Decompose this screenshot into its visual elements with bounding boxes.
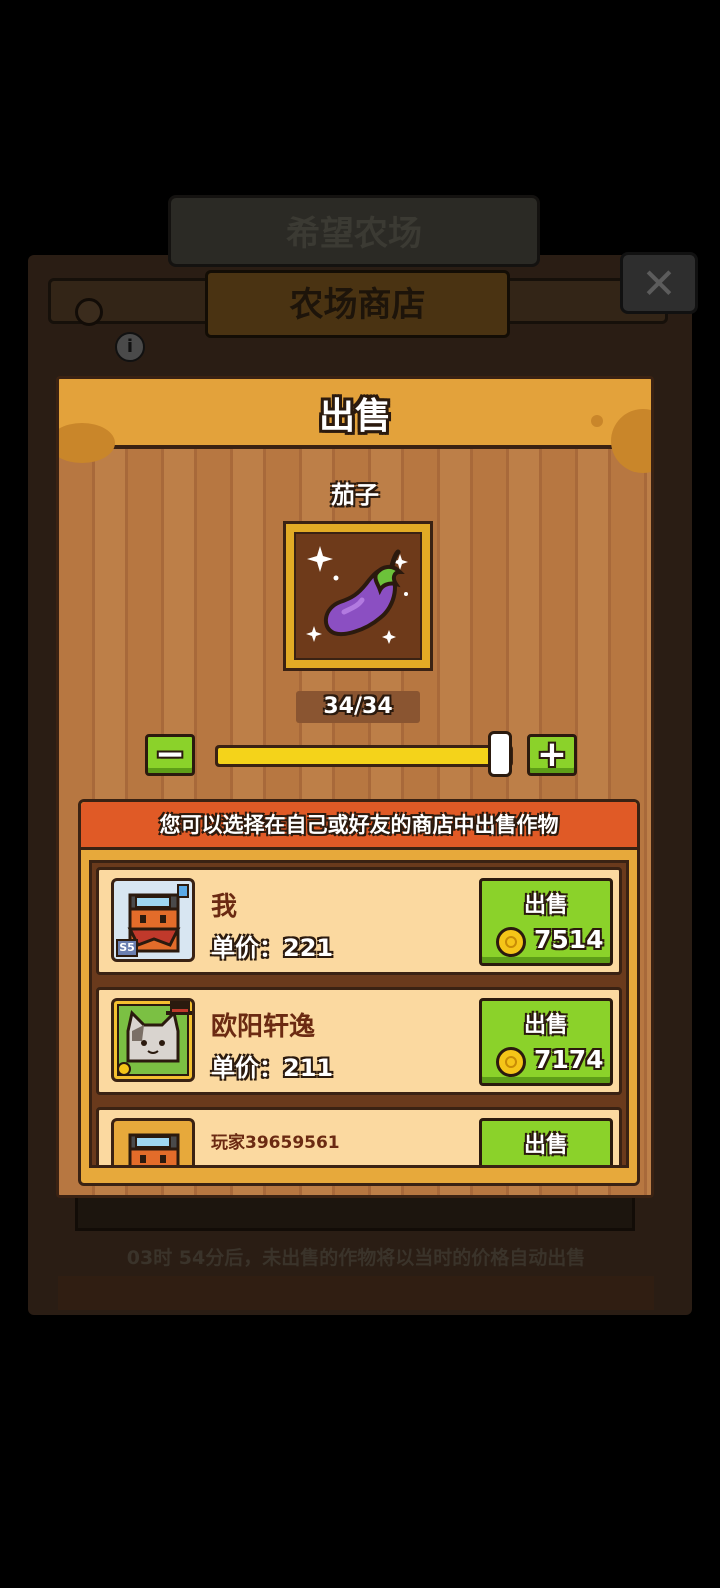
- close-icon[interactable]: ✕: [620, 252, 698, 314]
- dialog-title: 出售: [318, 396, 391, 437]
- background-farm-banner: 希望农场: [168, 195, 540, 267]
- dialog-header: 出售: [59, 379, 651, 473]
- background-sign-nail: [75, 298, 103, 326]
- list-item: S5 我 单价：221 出售 7514: [96, 867, 622, 975]
- avatar: S5: [111, 878, 195, 962]
- shop-list-panel: 您可以选择在自己或好友的商店中出售作物 S5 我 单价：221 出售 7514 …: [78, 799, 640, 1186]
- decrease-quantity-button[interactable]: −: [145, 734, 195, 776]
- shop-owner-name: 玩家39659561: [211, 1133, 340, 1153]
- sell-amount: 7514: [534, 925, 604, 954]
- unit-price: 单价：211: [211, 1054, 334, 1082]
- level-badge: S5: [116, 939, 138, 957]
- cat-avatar-icon: [117, 1001, 192, 1076]
- coin-icon: [496, 927, 526, 957]
- eggplant-icon: [306, 546, 408, 644]
- sell-button-label: 出售: [523, 1133, 568, 1158]
- sell-button[interactable]: 出售 7514: [479, 878, 613, 966]
- avatar: [111, 998, 195, 1082]
- coin-icon: [496, 1047, 526, 1077]
- avatar: [111, 1118, 195, 1165]
- sell-button[interactable]: 出售: [479, 1118, 613, 1165]
- sell-amount: 7174: [534, 1045, 604, 1074]
- shop-title: 农场商店: [205, 270, 510, 338]
- info-icon[interactable]: i: [115, 332, 145, 362]
- sell-button[interactable]: 出售 7174: [479, 998, 613, 1086]
- shop-owner-name: 我: [211, 892, 238, 922]
- item-icon-frame: [283, 521, 433, 671]
- shop-owner-name: 欧阳轩逸: [211, 1012, 316, 1042]
- list-item: 玩家39659561 出售: [96, 1107, 622, 1165]
- increase-quantity-button[interactable]: +: [527, 734, 577, 776]
- unit-price: 单价：221: [211, 934, 334, 962]
- list-item: 欧阳轩逸 单价：211 出售 7174: [96, 987, 622, 1095]
- item-icon-background: [294, 532, 422, 660]
- quantity-slider-fill: [218, 748, 504, 764]
- auto-sell-notice: 03时 54分后，未出售的作物将以当时的价格自动出售: [126, 1247, 586, 1269]
- shop-list[interactable]: S5 我 单价：221 出售 7514 欧阳轩逸 单价：211 出售 7174 …: [89, 860, 629, 1168]
- sell-dialog: 出售 茄子 34/34 − + 您可以选择在自己或好友的商店中出售作物 S5 我…: [56, 376, 654, 1198]
- sell-button-label: 出售: [523, 1013, 568, 1038]
- shop-list-header: 您可以选择在自己或好友的商店中出售作物: [81, 802, 637, 850]
- sell-button-label: 出售: [523, 893, 568, 918]
- quantity-slider-handle[interactable]: [488, 731, 512, 777]
- quantity-slider[interactable]: [215, 745, 513, 767]
- quantity-display: 34/34: [296, 691, 420, 723]
- item-name: 茄子: [331, 481, 379, 509]
- background-bottom-strip: [58, 1276, 654, 1310]
- player-avatar-icon: [128, 1133, 180, 1165]
